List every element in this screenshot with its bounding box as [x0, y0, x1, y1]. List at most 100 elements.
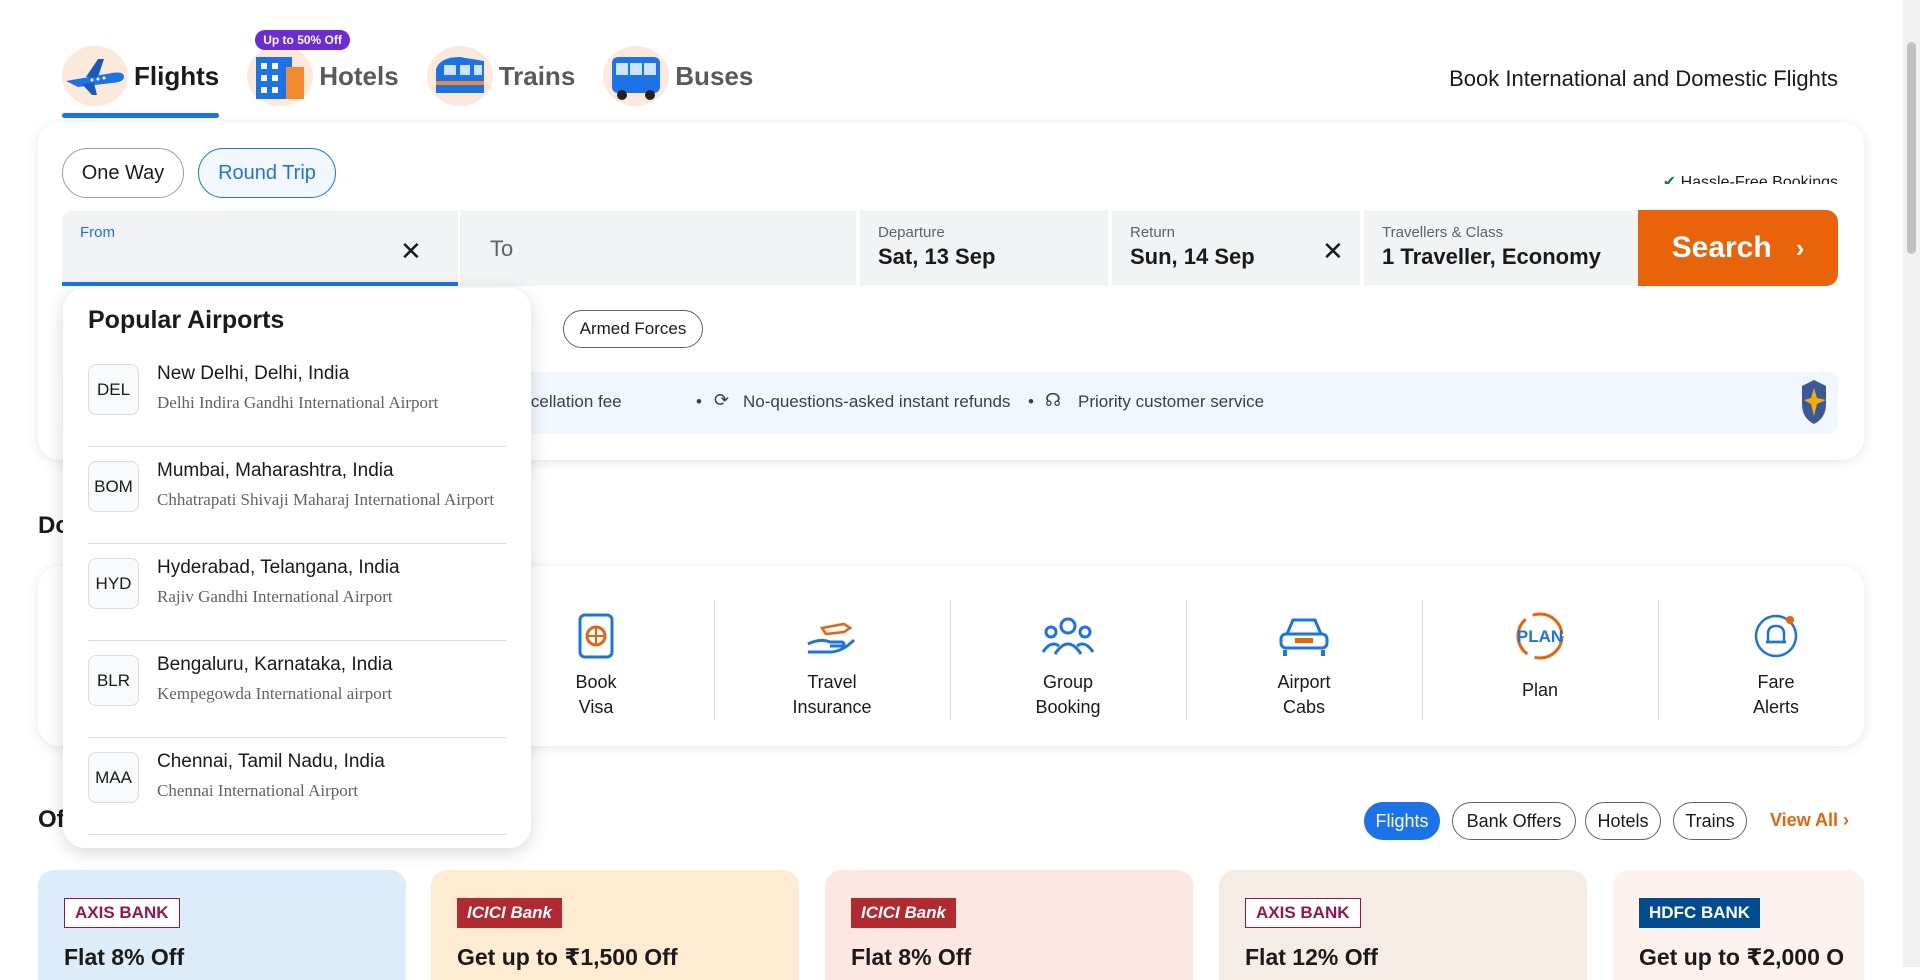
return-field[interactable]: Return Sun, 14 Sep ✕ [1112, 210, 1360, 286]
search-button[interactable]: Search › [1638, 210, 1838, 286]
airport-option-hyd[interactable]: HYD Hyderabad, Telangana, India Rajiv Ga… [88, 544, 506, 641]
hotel-building-icon [247, 46, 314, 106]
one-way-button[interactable]: One Way [62, 148, 184, 198]
train-icon [426, 46, 493, 106]
airport-code: BOM [88, 461, 139, 512]
tab-flights[interactable]: Flights [62, 38, 220, 118]
bullet-dot: • [1028, 392, 1034, 411]
search-button-label: Search [1671, 231, 1772, 264]
group-icon [1038, 606, 1098, 666]
scrollbar-thumb[interactable] [1907, 42, 1916, 254]
check-icon: ✔ [1662, 174, 1681, 184]
view-all-label: View All [1770, 810, 1839, 830]
airport-option-del[interactable]: DEL New Delhi, Delhi, India Delhi Indira… [88, 350, 506, 447]
bank-logo: ICICI Bank [851, 898, 957, 928]
tab-hotels[interactable]: Up to 50% Off Hotels [247, 30, 399, 114]
airport-option-bom[interactable]: BOM Mumbai, Maharashtra, India Chhatrapa… [88, 447, 506, 544]
bullet-dot: • [696, 392, 702, 411]
offer-card[interactable]: AXIS BANK Flat 12% Off [1219, 870, 1587, 980]
bank-logo: HDFC BANK [1639, 898, 1761, 928]
round-trip-button[interactable]: Round Trip [198, 148, 336, 198]
tab-label: Flights [134, 60, 220, 91]
bank-logo: AXIS BANK [1245, 898, 1361, 928]
airport-code: DEL [88, 364, 139, 415]
hotel-offer-badge: Up to 50% Off [255, 30, 350, 50]
service-airport-cabs[interactable]: Airport Cabs [1204, 606, 1404, 720]
offers-section-title: Of [38, 806, 65, 833]
service-plan[interactable]: PLAN Plan [1440, 606, 1640, 703]
divider [1658, 600, 1659, 720]
chevron-right-icon: › [1843, 810, 1850, 830]
airport-code: HYD [88, 558, 139, 609]
rupee-refund-icon: ⟳ [714, 390, 730, 410]
offer-card[interactable]: ICICI Bank Get up to ₹1,500 Off [431, 870, 799, 980]
offer-card[interactable]: HDFC BANK Get up to ₹2,000 O [1613, 870, 1864, 980]
return-value: Sun, 14 Sep [1130, 244, 1255, 269]
airport-name: Delhi Indira Gandhi International Airpor… [157, 393, 439, 412]
headset-icon: ☊ [1045, 390, 1061, 410]
airport-city: Mumbai, Maharashtra, India [157, 460, 394, 481]
airport-city: New Delhi, Delhi, India [157, 363, 350, 384]
clear-return-icon[interactable]: ✕ [1322, 236, 1344, 267]
insurance-hand-icon [802, 606, 862, 666]
return-label: Return [1130, 224, 1176, 241]
to-field[interactable]: To [460, 210, 856, 286]
airport-city: Hyderabad, Telangana, India [157, 557, 400, 578]
divider [1186, 600, 1187, 720]
service-fare-alerts[interactable]: Fare Alerts [1676, 606, 1876, 720]
airport-option-maa[interactable]: MAA Chennai, Tamil Nadu, India Chennai I… [88, 738, 506, 835]
departure-label: Departure [878, 224, 945, 241]
service-label: Fare Alerts [1752, 672, 1799, 717]
offer-card[interactable]: ICICI Bank Flat 8% Off [825, 870, 1193, 980]
airport-code: MAA [88, 752, 139, 803]
bus-icon [603, 46, 670, 106]
tab-trains[interactable]: Trains [426, 38, 575, 114]
airport-code: BLR [88, 655, 139, 706]
hassle-free-note: ✔ Hassle-Free Bookings [1663, 172, 1838, 184]
airport-city: Chennai, Tamil Nadu, India [157, 751, 385, 772]
offer-filter-hotels[interactable]: Hotels [1585, 802, 1661, 840]
offer-filter-bank-offers[interactable]: Bank Offers [1452, 802, 1576, 840]
departure-field[interactable]: Departure Sat, 13 Sep [860, 210, 1108, 286]
travellers-label: Travellers & Class [1382, 224, 1504, 241]
offer-filter-flights[interactable]: Flights [1364, 802, 1440, 840]
plan-icon: PLAN [1510, 606, 1570, 666]
from-field[interactable]: From ✕ [62, 210, 458, 286]
divider [950, 600, 951, 720]
bank-logo: AXIS BANK [64, 898, 180, 928]
service-travel-insurance[interactable]: Travel Insurance [732, 606, 932, 720]
popular-airports-dropdown: Popular Airports DEL New Delhi, Delhi, I… [63, 288, 531, 848]
service-label: Group Booking [1035, 672, 1101, 717]
assurance-priority: Priority customer service [1078, 392, 1265, 411]
airplane-icon [62, 46, 128, 106]
offer-filter-trains[interactable]: Trains [1673, 802, 1747, 840]
tab-buses[interactable]: Buses [603, 38, 753, 114]
divider [714, 600, 715, 720]
svg-text:PLAN: PLAN [1517, 627, 1563, 646]
departure-value: Sat, 13 Sep [878, 244, 996, 269]
divider [1422, 600, 1423, 720]
airport-name: Chennai International Airport [157, 781, 359, 800]
view-all-link[interactable]: View All › [1770, 810, 1849, 831]
airport-name: Chhatrapati Shivaji Maharaj Internationa… [157, 490, 495, 509]
product-tabs: Flights Up to 50% Off Hotels Trains Buse… [62, 30, 781, 122]
airport-option-blr[interactable]: BLR Bengaluru, Karnataka, India Kempegow… [88, 641, 506, 738]
bell-icon [1746, 606, 1806, 666]
service-group-booking[interactable]: Group Booking [968, 606, 1168, 720]
cab-icon [1274, 606, 1334, 666]
armed-forces-chip[interactable]: Armed Forces [563, 310, 703, 348]
clear-from-icon[interactable]: ✕ [400, 236, 422, 267]
tab-label: Buses [675, 60, 754, 91]
airport-name: Kempegowda International airport [157, 684, 393, 703]
airport-city: Bengaluru, Karnataka, India [157, 654, 393, 675]
passport-icon [566, 606, 626, 666]
service-label: Travel Insurance [792, 672, 872, 717]
travellers-field[interactable]: Travellers & Class 1 Traveller, Economy [1364, 210, 1638, 286]
bank-logo: ICICI Bank [457, 898, 563, 928]
page-scrollbar[interactable] [1903, 0, 1920, 967]
travellers-value: 1 Traveller, Economy [1382, 244, 1601, 269]
offer-card[interactable]: AXIS BANK Flat 8% Off [38, 870, 406, 980]
airport-name: Rajiv Gandhi International Airport [157, 587, 393, 606]
service-label: Plan [1521, 680, 1559, 700]
dropdown-title: Popular Airports [88, 306, 285, 334]
